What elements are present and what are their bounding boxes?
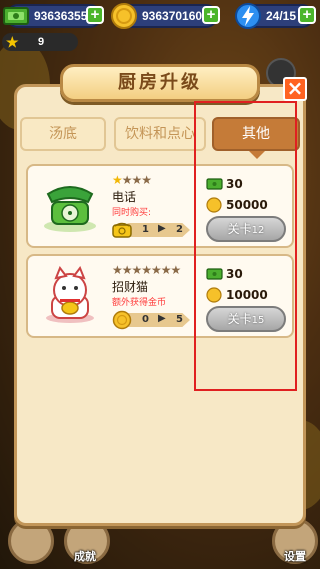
settings-label: 设置 [284,550,306,563]
lucky-cat-icon [46,266,94,323]
progress-max: 5 [176,314,183,325]
tab-drinks-snacks[interactable]: 饮料和点心 [114,117,206,151]
cash-icon [3,7,29,25]
coin-small-icon [112,310,132,330]
level-value: 9 [38,36,45,48]
progress-current: 0 [142,314,149,325]
star-icon: ★ [6,34,19,50]
upgrade-progress: 1 ▶ 2 [112,220,192,240]
add-cash-button[interactable]: + [86,6,104,24]
dialog-title: 厨房升级 [60,64,260,102]
upgrade-progress: 0 ▶ 5 [112,310,192,330]
player-level: ★ 9 [2,33,78,51]
energy-value: 24/15 [266,9,297,23]
star-rating: ★★★★★★★ [112,263,181,277]
lightning-icon [235,3,261,29]
energy-counter: 24/15 + [235,3,316,29]
progress-arrow: ▶ [158,313,166,324]
coin-icon [111,3,137,29]
coin-value: 936370160 [142,9,203,23]
resource-bar: 936363550 + 936370160 + 24/15 + ★ 9 [0,0,320,88]
progress-current: 1 [142,224,149,235]
progress-arrow: ▶ [158,223,166,234]
coin-counter: 936370160 + [111,3,220,29]
item-name: 招财猫 [112,280,149,294]
add-coins-button[interactable]: + [202,6,220,24]
highlight-box [194,101,297,391]
phone-small-icon [112,222,132,238]
close-button[interactable]: × [283,77,307,101]
item-note: 额外获得金币 [112,298,167,308]
star-rating: ★★★★ [112,173,152,187]
item-name: 电话 [112,190,137,204]
item-note: 同时购买: [112,208,152,218]
achievements-label: 成就 [74,550,96,563]
tab-soup-base[interactable]: 汤底 [20,117,106,151]
phone-icon [44,186,96,232]
cash-counter: 936363550 + [3,4,104,28]
add-energy-button[interactable]: + [298,6,316,24]
progress-max: 2 [176,224,183,235]
